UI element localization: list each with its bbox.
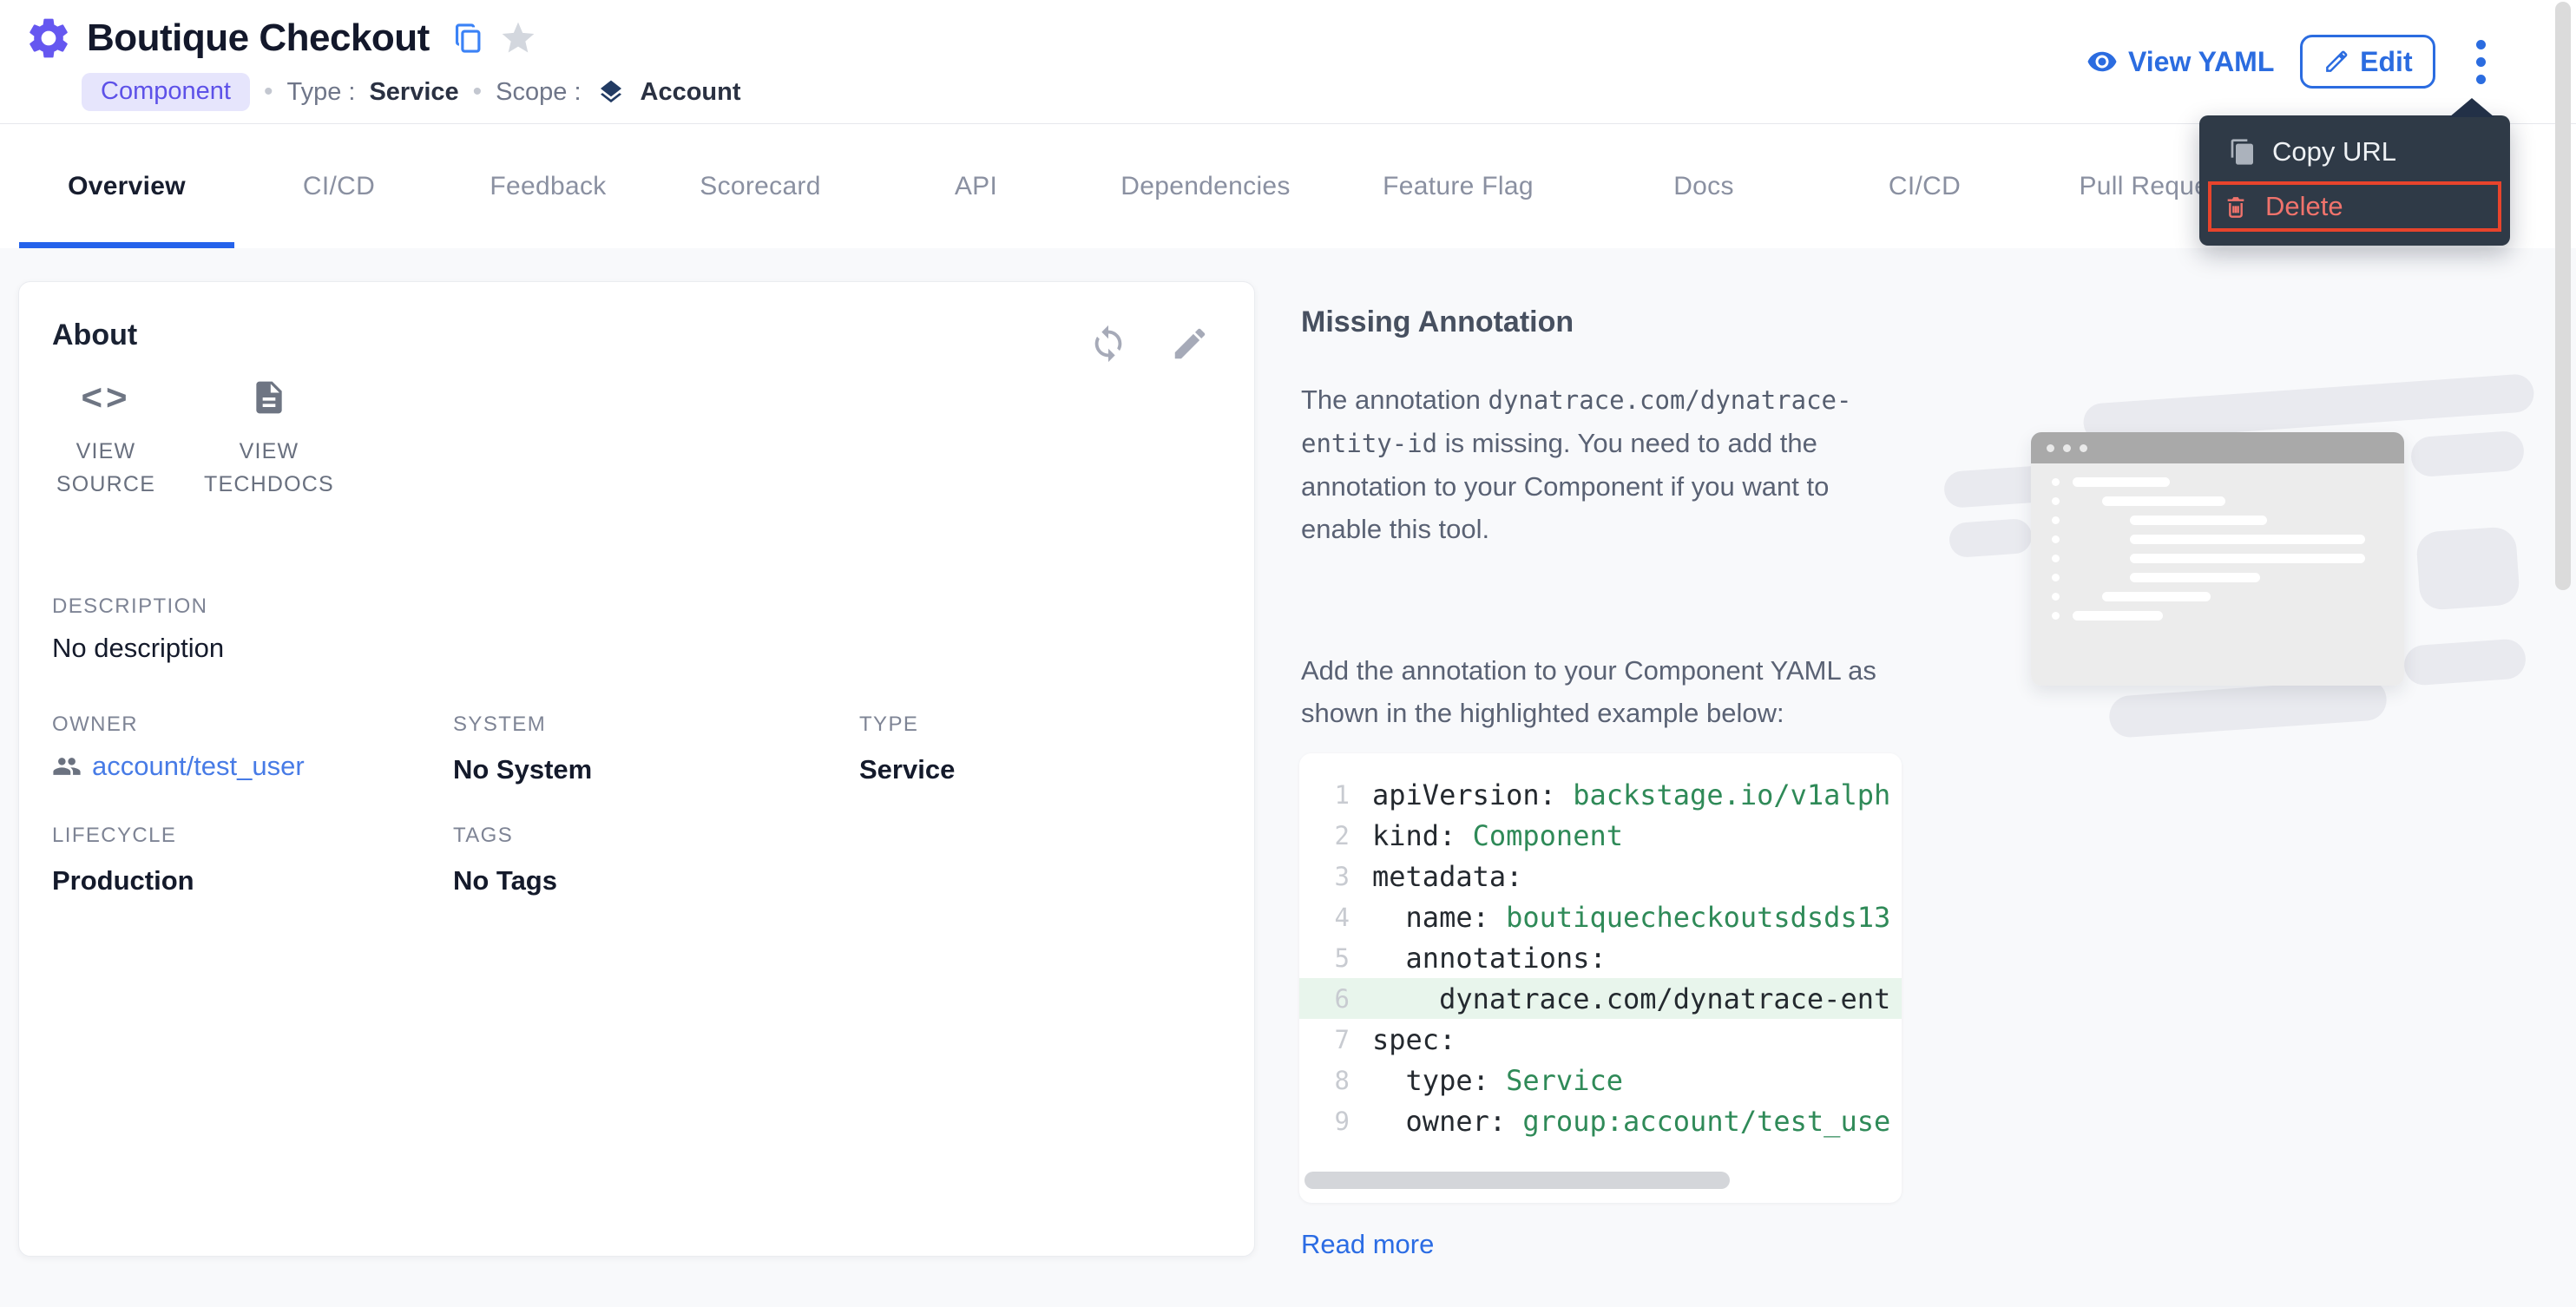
type-field-label: TYPE — [859, 713, 918, 737]
view-techdocs-label: VIEW TECHDOCS — [200, 435, 338, 501]
description-label: DESCRIPTION — [52, 594, 207, 619]
menu-item-copy-url[interactable]: Copy URL — [2199, 128, 2510, 176]
tab-docs[interactable]: Docs — [1589, 124, 1818, 248]
tab-ci-cd[interactable]: CI/CD — [1818, 124, 2031, 248]
illustration-scribble — [2403, 638, 2527, 686]
view-techdocs-link[interactable]: VIEW TECHDOCS — [200, 376, 338, 501]
yaml-line: 6 dynatrace.com/dynatrace-ent — [1299, 978, 1902, 1019]
menu-item-label: Delete — [2265, 191, 2343, 222]
yaml-line: 7spec: — [1299, 1019, 1902, 1060]
illustration-scribble — [2415, 526, 2520, 611]
edit-label: Edit — [2360, 46, 2412, 78]
eye-icon — [2086, 46, 2118, 77]
page-header: Boutique Checkout Component • Type : Ser… — [0, 0, 2576, 124]
header-actions: View YAML Edit — [2086, 31, 2500, 92]
read-more-link[interactable]: Read more — [1301, 1229, 1434, 1260]
view-yaml-button[interactable]: View YAML — [2086, 46, 2274, 78]
menu-item-delete[interactable]: Delete — [2211, 185, 2498, 228]
entity-meta-row: Component • Type : Service • Scope : Acc… — [82, 73, 741, 111]
yaml-line: 1apiVersion: backstage.io/v1alph — [1299, 774, 1902, 815]
yaml-line: 2kind: Component — [1299, 815, 1902, 856]
tab-feature-flag[interactable]: Feature Flag — [1327, 124, 1589, 248]
scope-value: Account — [641, 78, 741, 107]
delete-highlight-box: Delete — [2208, 181, 2501, 232]
type-field-value: Service — [859, 754, 955, 785]
yaml-line: 9 owner: group:account/test_use — [1299, 1100, 1902, 1141]
tab-ci-cd[interactable]: CI/CD — [234, 124, 444, 248]
yaml-code-block: 1apiVersion: backstage.io/v1alph2kind: C… — [1299, 753, 1902, 1203]
system-label: SYSTEM — [453, 713, 546, 737]
yaml-code-lines: 1apiVersion: backstage.io/v1alph2kind: C… — [1299, 753, 1902, 1141]
tab-dependencies[interactable]: Dependencies — [1084, 124, 1327, 248]
editor-illustration — [1935, 382, 2560, 764]
type-value: Service — [369, 78, 458, 107]
yaml-line: 4 name: boutiquecheckoutsdsds13 — [1299, 897, 1902, 937]
tab-api[interactable]: API — [868, 124, 1084, 248]
document-icon — [200, 376, 338, 419]
owner-label: OWNER — [52, 713, 138, 737]
type-label: Type : — [286, 78, 355, 107]
illustration-editor-window — [2031, 432, 2404, 686]
system-value: No System — [453, 754, 592, 785]
scope-label: Scope : — [496, 78, 581, 107]
component-page: { "header": { "title": "Boutique Checkou… — [0, 0, 2576, 1307]
illustration-editor-body — [2031, 463, 2404, 686]
copy-name-icon[interactable] — [452, 22, 485, 55]
horizontal-scrollbar-thumb[interactable] — [1304, 1172, 1730, 1189]
favorite-star-icon[interactable] — [499, 19, 537, 57]
view-yaml-label: View YAML — [2128, 46, 2274, 78]
copy-icon — [2229, 138, 2257, 166]
annotation-instruction-paragraph: Add the annotation to your Component YAM… — [1301, 649, 1917, 734]
edit-about-pencil-icon[interactable] — [1170, 324, 1210, 364]
illustration-scribble — [1948, 518, 2034, 559]
refresh-icon[interactable] — [1088, 324, 1128, 364]
edit-button[interactable]: Edit — [2300, 35, 2435, 89]
illustration-scribble — [2410, 430, 2526, 478]
separator-dot: • — [264, 77, 273, 107]
menu-caret — [2449, 98, 2494, 117]
about-card: About <> VIEW SOURCE VIEW TECHDOCS DESCR… — [18, 281, 1255, 1257]
tags-label: TAGS — [453, 824, 513, 848]
trash-icon — [2222, 193, 2250, 220]
yaml-line: 5 annotations: — [1299, 937, 1902, 978]
tab-feedback[interactable]: Feedback — [444, 124, 653, 248]
tags-value: No Tags — [453, 865, 557, 897]
menu-item-label: Copy URL — [2272, 136, 2396, 167]
layers-icon — [597, 78, 625, 106]
description-value: No description — [52, 633, 224, 664]
title-row: Boutique Checkout — [24, 14, 537, 62]
component-gear-icon — [24, 14, 73, 62]
yaml-line: 8 type: Service — [1299, 1060, 1902, 1100]
annotation-intro-paragraph: The annotation dynatrace.com/dynatrace-e… — [1301, 378, 1917, 550]
lifecycle-label: LIFECYCLE — [52, 824, 176, 848]
lifecycle-value: Production — [52, 865, 194, 897]
more-options-menu: Copy URL Delete — [2199, 115, 2510, 246]
kind-badge: Component — [82, 73, 250, 111]
intro-text: The annotation — [1301, 384, 1488, 415]
tab-scorecard[interactable]: Scorecard — [653, 124, 868, 248]
group-icon — [52, 752, 82, 781]
pencil-icon — [2323, 49, 2349, 75]
entity-tabs: OverviewCI/CDFeedbackScorecardAPIDepende… — [0, 124, 2576, 248]
owner-link[interactable]: account/test_user — [92, 751, 305, 782]
yaml-line: 3metadata: — [1299, 856, 1902, 897]
illustration-scribble — [2108, 678, 2389, 739]
vertical-scrollbar-thumb[interactable] — [2555, 2, 2571, 590]
missing-annotation-title: Missing Annotation — [1301, 305, 1574, 339]
owner-value-row: account/test_user — [52, 751, 305, 782]
more-options-kebab-button[interactable] — [2461, 31, 2500, 92]
view-source-label: VIEW SOURCE — [54, 435, 158, 501]
view-source-link[interactable]: <> VIEW SOURCE — [54, 376, 158, 501]
page-title: Boutique Checkout — [87, 16, 430, 60]
illustration-titlebar — [2031, 432, 2404, 463]
code-icon: <> — [54, 376, 158, 419]
tab-overview[interactable]: Overview — [19, 124, 234, 248]
separator-dot: • — [473, 77, 483, 107]
about-card-title: About — [52, 319, 137, 352]
